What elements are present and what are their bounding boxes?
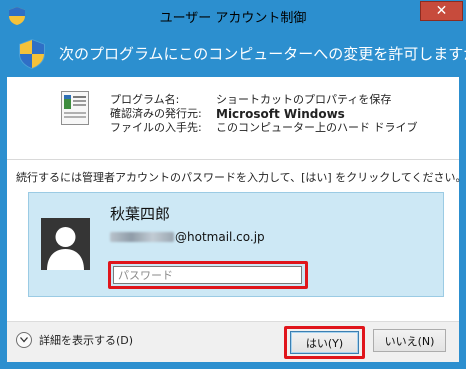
no-button[interactable]: いいえ(N) [373, 329, 446, 352]
password-highlight [108, 261, 308, 289]
chevron-down-icon [16, 332, 32, 348]
password-field[interactable] [113, 266, 302, 284]
dialog-content: プログラム名: ショートカットのプロパティを保存 確認済みの発行元: Micro… [7, 77, 466, 321]
program-icon [61, 91, 89, 125]
publisher-value: Microsoft Windows [216, 107, 345, 121]
uac-question: 次のプログラムにこのコンピューターへの変更を許可しますか? [59, 45, 466, 63]
uac-shield-icon [19, 39, 45, 69]
origin-value: このコンピューター上のハード ドライブ [216, 121, 418, 134]
user-avatar-icon [41, 218, 90, 270]
info-label: プログラム名: [110, 93, 180, 106]
origin-row: ファイルの入手先: このコンピューター上のハード ドライブ [110, 121, 418, 135]
info-label: 確認済みの発行元: [110, 107, 202, 120]
close-icon: ✕ [435, 3, 448, 19]
yes-button[interactable]: はい(Y) [290, 331, 359, 354]
chevron-glyph [20, 337, 28, 343]
divider [7, 159, 459, 160]
credential-tile[interactable]: 秋葉四郎 @hotmail.co.jp [28, 192, 444, 297]
show-details-toggle[interactable]: 詳細を表示する(D) [16, 332, 133, 348]
program-name-row: プログラム名: ショートカットのプロパティを保存 [110, 93, 418, 107]
instruction-text: 続行するには管理者アカウントのパスワードを入力して、[はい] をクリックしてくだ… [16, 171, 466, 184]
program-info: プログラム名: ショートカットのプロパティを保存 確認済みの発行元: Micro… [110, 93, 418, 135]
program-name-value: ショートカットのプロパティを保存 [216, 93, 392, 106]
info-label: ファイルの入手先: [110, 121, 202, 134]
yes-highlight: はい(Y) [284, 326, 365, 359]
details-label: 詳細を表示する(D) [39, 334, 134, 347]
account-email: @hotmail.co.jp [110, 230, 265, 244]
dialog-footer: 詳細を表示する(D) はい(Y) いいえ(N) [7, 321, 459, 362]
redacted-email-user [110, 232, 174, 242]
dialog-header: 次のプログラムにこのコンピューターへの変更を許可しますか? [7, 31, 466, 77]
account-name: 秋葉四郎 [110, 205, 171, 223]
publisher-row: 確認済みの発行元: Microsoft Windows [110, 107, 418, 121]
user-silhouette [47, 227, 84, 270]
title-bar: ユーザー アカウント制御 ✕ [0, 0, 466, 31]
window-title: ユーザー アカウント制御 [159, 11, 307, 26]
close-button[interactable]: ✕ [420, 1, 463, 21]
email-domain: @hotmail.co.jp [175, 230, 265, 244]
